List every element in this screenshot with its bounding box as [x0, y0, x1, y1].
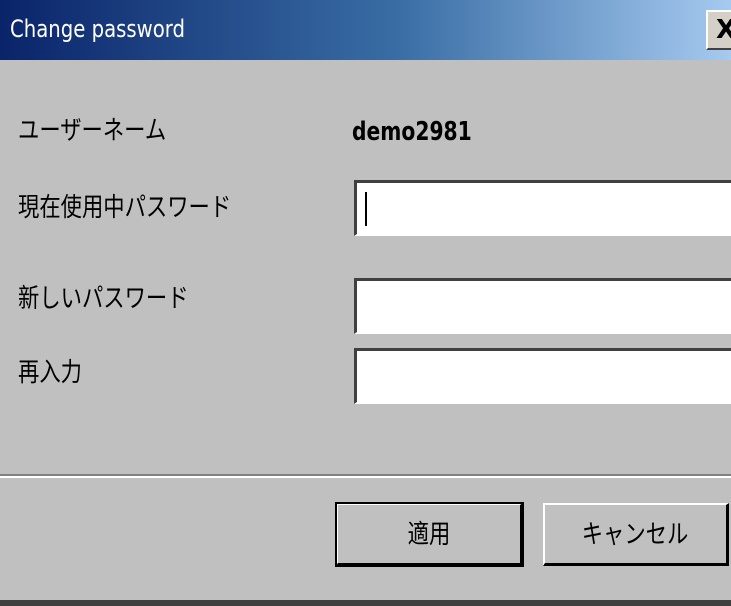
close-button[interactable]: X [706, 10, 731, 50]
window-bottom-edge [0, 600, 731, 606]
apply-button-label: 適用 [407, 519, 451, 549]
change-password-dialog: Change password X ユーザーネーム demo2981 現在使用中… [0, 0, 731, 600]
new-password-label: 新しいパスワード [18, 284, 189, 314]
cancel-button-label: キャンセル [582, 519, 689, 549]
confirm-password-field[interactable] [354, 348, 731, 404]
apply-button[interactable]: 適用 [335, 502, 524, 567]
title-bar[interactable]: Change password X [0, 0, 731, 60]
current-password-label: 現在使用中パスワード [18, 193, 232, 223]
new-password-field[interactable] [354, 278, 731, 334]
username-value: demo2981 [352, 117, 472, 147]
window-title: Change password [10, 15, 186, 43]
confirm-password-label: 再入力 [18, 358, 82, 388]
text-caret [365, 192, 367, 226]
current-password-field[interactable] [354, 180, 731, 236]
cancel-button[interactable]: キャンセル [543, 503, 729, 566]
username-label: ユーザーネーム [18, 116, 167, 146]
separator [0, 474, 731, 478]
close-icon: X [716, 15, 731, 45]
